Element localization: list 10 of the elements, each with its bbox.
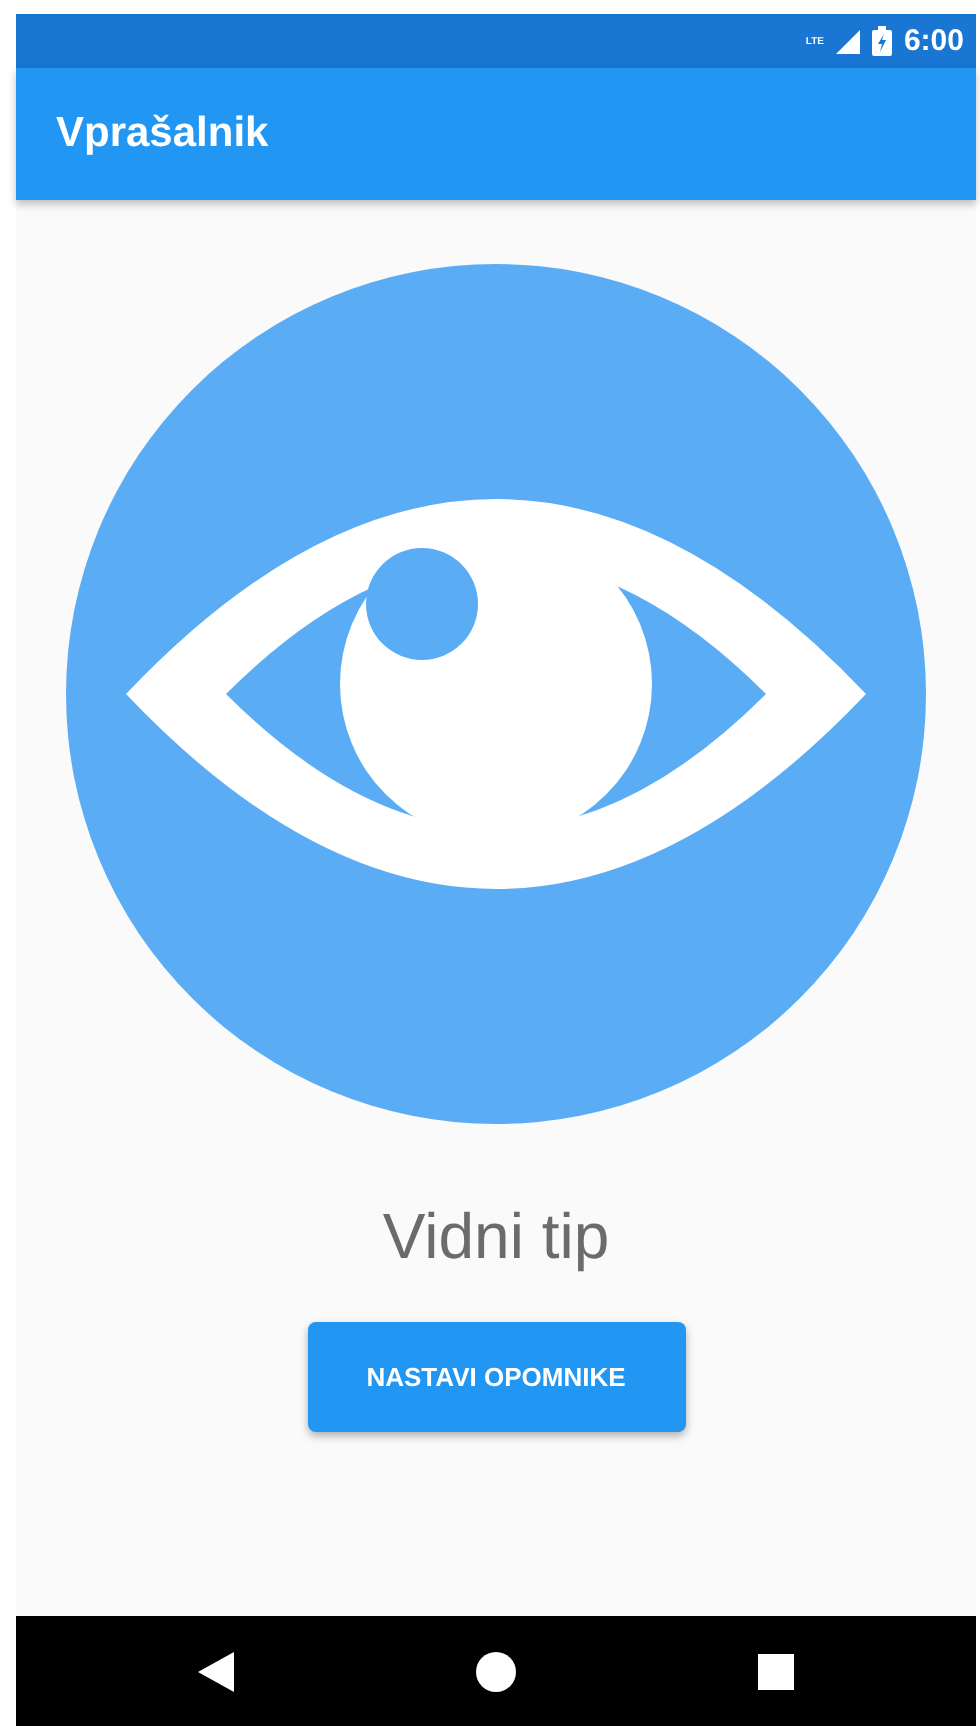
back-icon[interactable] bbox=[197, 1651, 234, 1691]
set-reminders-button[interactable]: NASTAVI OPOMNIKE bbox=[307, 1322, 685, 1432]
signal-icon bbox=[835, 29, 860, 53]
result-label: Vidni tip bbox=[382, 1200, 610, 1274]
battery-icon bbox=[871, 26, 892, 56]
app-title: Vprašalnik bbox=[56, 110, 269, 158]
clock-time: 6:00 bbox=[903, 24, 964, 58]
recents-icon[interactable] bbox=[758, 1653, 795, 1689]
eye-icon bbox=[66, 264, 926, 1124]
home-icon[interactable] bbox=[475, 1651, 516, 1691]
